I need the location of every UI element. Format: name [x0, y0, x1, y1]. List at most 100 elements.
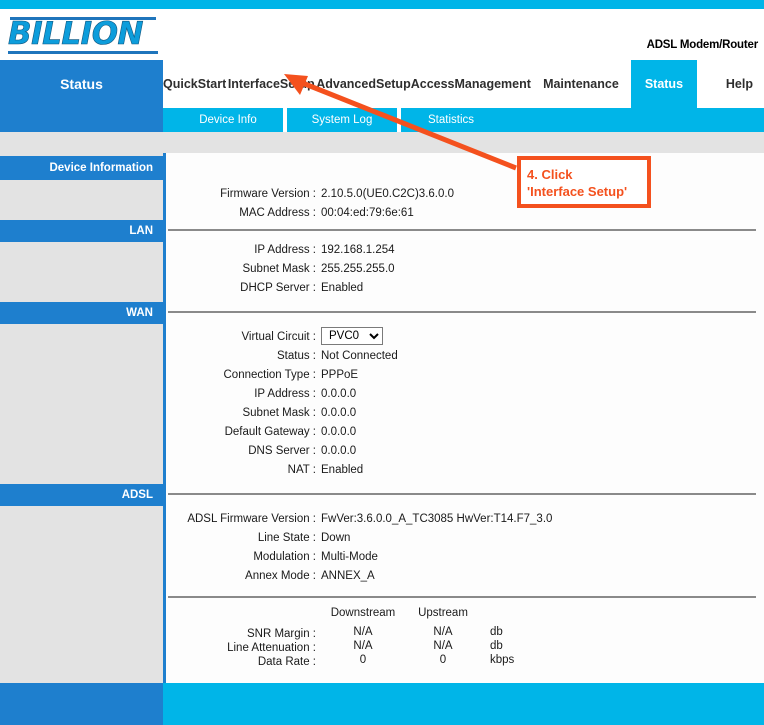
section-rule-stats — [168, 596, 756, 598]
section-header-lan: LAN — [0, 220, 163, 242]
nav-tab-quick-start[interactable]: Quick Start — [163, 60, 227, 108]
row-label: Modulation : — [253, 551, 316, 563]
row-label: Connection Type : — [223, 369, 317, 381]
subnav-left-filler — [0, 108, 163, 132]
row-wan-default-gateway: Default Gateway : 0.0.0.0 — [0, 424, 764, 440]
row-value: 2.10.5.0(UE0.C2C)3.6.0.0 — [321, 188, 454, 200]
nav-tab-list: Quick Start Interface Setup Advanced Setup Acc… — [163, 60, 764, 108]
stats-cell-downstream: N/A — [353, 626, 373, 638]
logo-bottom-rule — [8, 51, 158, 54]
nav-tab-interface-setup[interactable]: Interface Setup — [226, 60, 317, 108]
main-navigation: Status Quick Start Interface Setup Advanced S… — [0, 60, 764, 108]
row-value: 255.255.255.0 — [321, 263, 395, 275]
brand-header: BILLION ADSL Modem/Router — [0, 9, 764, 67]
subnav-tab-list: Device Info System Log Statistics — [163, 108, 764, 132]
nav-tab-label-line: Start — [197, 76, 227, 91]
row-value: 0.0.0.0 — [321, 388, 357, 400]
row-value: Enabled — [321, 282, 364, 294]
row-label: Subnet Mask : — [242, 263, 316, 275]
row-value: Enabled — [321, 464, 364, 476]
nav-tab-label-line: Help — [725, 76, 753, 91]
stats-cell-unit: kbps — [490, 654, 515, 666]
nav-tab-maintenance[interactable]: Maintenance — [530, 60, 631, 108]
row-lan-subnet-mask: Subnet Mask : 255.255.255.0 — [0, 261, 764, 277]
stats-cell-upstream: N/A — [433, 640, 453, 652]
model-label: ADSL Modem/Router — [646, 39, 759, 51]
row-adsl-line-state: Line State : Down — [0, 530, 764, 546]
row-label: Virtual Circuit : — [241, 331, 316, 343]
row-value: 00:04:ed:79:6e:61 — [321, 207, 414, 219]
row-label: Subnet Mask : — [242, 407, 316, 419]
row-label: ADSL Firmware Version : — [187, 513, 316, 525]
nav-tab-label-line: Status — [644, 76, 684, 91]
logo-wordmark: BILLION — [8, 16, 144, 52]
nav-tab-label-line: Advanced — [316, 76, 376, 91]
row-label: Status : — [277, 350, 316, 362]
row-value: PPPoE — [321, 369, 359, 381]
section-header-adsl: ADSL — [0, 484, 163, 506]
stats-col-header-downstream: Downstream — [330, 607, 396, 619]
nav-tab-label-line: Setup — [375, 76, 411, 91]
row-wan-connection-type: Connection Type : PPPoE — [0, 367, 764, 383]
stats-cell-upstream: 0 — [439, 654, 447, 666]
stats-row-label: Data Rate : — [257, 656, 316, 668]
row-wan-dns-server: DNS Server : 0.0.0.0 — [0, 443, 764, 459]
annotation-callout: 4. Click 'Interface Setup' — [517, 156, 651, 208]
nav-tab-label-line: Interface — [227, 76, 280, 91]
content-top-band — [0, 132, 764, 153]
row-wan-subnet-mask: Subnet Mask : 0.0.0.0 — [0, 405, 764, 421]
section-header-device-information: Device Information — [0, 156, 163, 180]
row-value: Down — [321, 532, 351, 544]
row-lan-ip-address: IP Address : 192.168.1.254 — [0, 242, 764, 258]
current-section-title: Status — [0, 60, 163, 108]
row-label: Firmware Version : — [220, 188, 316, 200]
top-accent-bar — [0, 0, 764, 9]
sub-navigation: Device Info System Log Statistics — [0, 108, 764, 132]
router-admin-page: BILLION ADSL Modem/Router Status Quick St… — [0, 0, 764, 725]
row-adsl-modulation: Modulation : Multi-Mode — [0, 549, 764, 565]
nav-tab-advanced-setup[interactable]: Advanced Setup — [316, 60, 411, 108]
annotation-line-2: 'Interface Setup' — [527, 184, 628, 199]
nav-tab-access-management[interactable]: Access Management — [410, 60, 531, 108]
row-value: FwVer:3.6.0.0_A_TC3085 HwVer:T14.F7_3.0 — [321, 513, 553, 525]
row-wan-ip-address: IP Address : 0.0.0.0 — [0, 386, 764, 402]
subnav-item-statistics[interactable]: Statistics — [401, 108, 501, 132]
billion-logo: BILLION — [8, 15, 158, 55]
row-adsl-firmware-version: ADSL Firmware Version : FwVer:3.6.0.0_A_… — [0, 511, 764, 527]
subnav-item-device-info[interactable]: Device Info — [173, 108, 283, 132]
row-value: 0.0.0.0 — [321, 407, 357, 419]
row-value: ANNEX_A — [321, 570, 375, 582]
row-wan-nat: NAT : Enabled — [0, 462, 764, 478]
row-value: Not Connected — [321, 350, 398, 362]
section-header-wan: WAN — [0, 302, 163, 324]
nav-tab-status[interactable]: Status — [630, 60, 697, 108]
row-label: DHCP Server : — [240, 282, 316, 294]
row-label: Annex Mode : — [245, 570, 316, 582]
nav-tab-help[interactable]: Help — [696, 60, 764, 108]
footer-left-block — [0, 683, 163, 725]
virtual-circuit-select[interactable]: PVC0 — [321, 327, 383, 345]
nav-tab-label-line: Maintenance — [543, 76, 619, 91]
row-label: IP Address : — [254, 244, 316, 256]
row-label: Default Gateway : — [224, 426, 316, 438]
row-label: IP Address : — [254, 388, 316, 400]
stats-cell-downstream: N/A — [353, 640, 373, 652]
row-value: 0.0.0.0 — [321, 426, 357, 438]
row-value: Multi-Mode — [321, 551, 378, 563]
row-label: NAT : — [287, 464, 316, 476]
stats-cell-upstream: N/A — [433, 626, 453, 638]
row-label: Line State : — [257, 532, 316, 544]
nav-tab-label-line: Management — [454, 76, 531, 91]
nav-tab-label-line: Access — [410, 76, 455, 91]
footer-right-block — [163, 683, 764, 725]
row-lan-dhcp-server: DHCP Server : Enabled — [0, 280, 764, 296]
stats-cell-unit: db — [490, 640, 503, 652]
row-adsl-annex-mode: Annex Mode : ANNEX_A — [0, 568, 764, 584]
nav-tab-label-line: Setup — [279, 76, 315, 91]
subnav-item-system-log[interactable]: System Log — [287, 108, 397, 132]
nav-tab-label-line: Quick — [163, 76, 198, 91]
annotation-line-1: 4. Click — [527, 167, 573, 182]
row-label: MAC Address : — [239, 207, 316, 219]
stats-cell-downstream: 0 — [359, 654, 367, 666]
row-wan-status: Status : Not Connected — [0, 348, 764, 364]
